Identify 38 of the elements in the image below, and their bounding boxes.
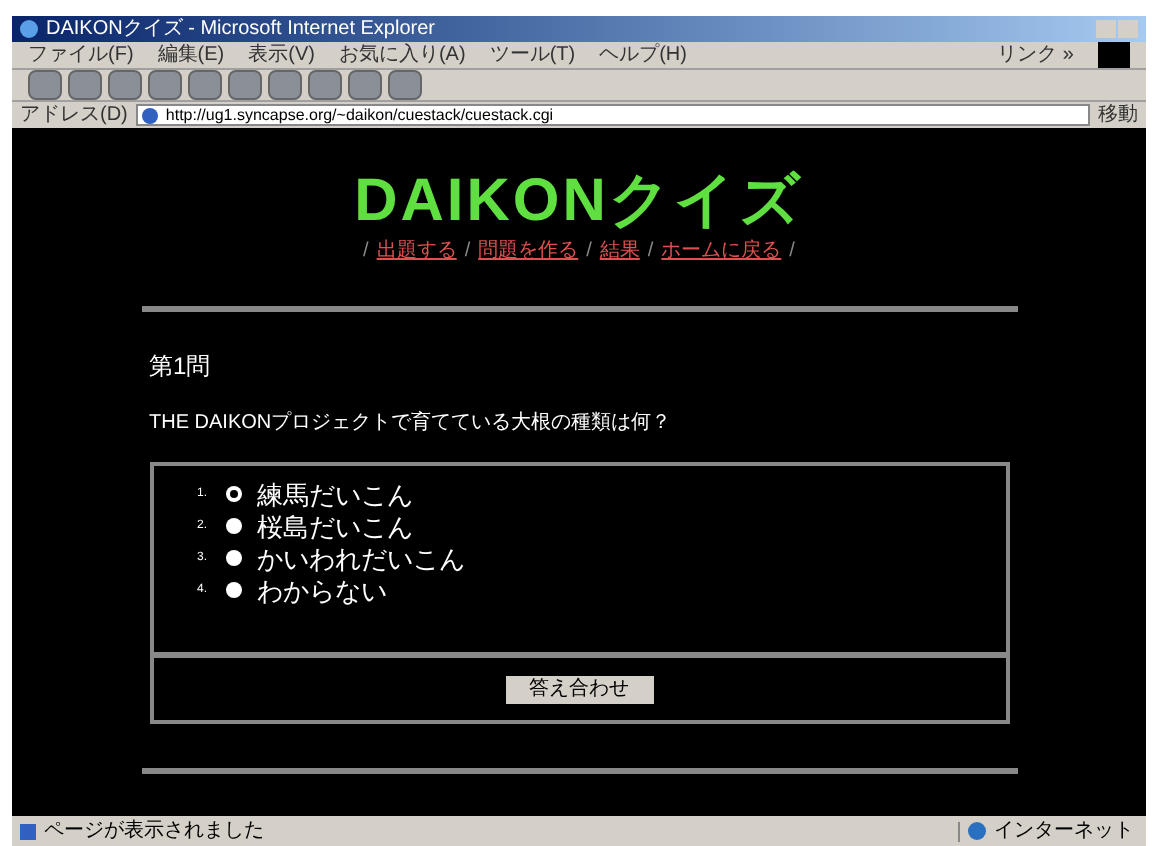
radio-button[interactable] bbox=[225, 550, 241, 566]
menu-item[interactable]: ヘルプ(H) bbox=[599, 45, 687, 65]
menu-item[interactable]: 表示(V) bbox=[248, 45, 315, 65]
check-answer-button[interactable]: 答え合わせ bbox=[505, 675, 653, 703]
address-field[interactable]: http://ug1.syncapse.org/~daikon/cuestack/cuestack.cgi bbox=[135, 104, 1090, 126]
window-title: DAIKONクイズ - Microsoft Internet Explorer bbox=[46, 19, 435, 39]
nav-link[interactable]: 結果 bbox=[599, 236, 640, 266]
nav-link[interactable]: 出題する bbox=[376, 236, 457, 266]
option-label: かいわれだいこん bbox=[257, 545, 465, 571]
links-menu[interactable]: リンク » bbox=[997, 45, 1074, 65]
menu-item[interactable]: 編集(E) bbox=[157, 45, 225, 65]
radio-button[interactable] bbox=[225, 518, 241, 534]
question-text: THE DAIKONプロジェクトで育てている大根の種類は何？ bbox=[149, 409, 674, 438]
slash-separator: / bbox=[789, 238, 795, 266]
menu-item[interactable]: ツール(T) bbox=[489, 45, 576, 65]
question-number: 第1問 bbox=[149, 350, 213, 384]
slash-separator: / bbox=[464, 238, 471, 266]
option-label: 練馬だいこん bbox=[257, 481, 413, 507]
status-text: ページが表示されました bbox=[44, 821, 264, 841]
page-icon bbox=[141, 107, 158, 123]
slash-separator: / bbox=[363, 238, 369, 266]
globe-icon bbox=[968, 822, 986, 840]
nav-link[interactable]: ホームに戻る bbox=[661, 236, 782, 266]
address-label: アドレス(D) bbox=[20, 105, 128, 125]
quiz-logo: DAIKONクイズ bbox=[354, 172, 804, 232]
nav-link[interactable]: 問題を作る bbox=[478, 236, 579, 266]
option-label: わからない bbox=[257, 577, 387, 603]
browser-icon bbox=[20, 20, 38, 38]
option-label: 桜島だいこん bbox=[257, 513, 413, 539]
slash-separator: / bbox=[586, 238, 592, 266]
radio-button[interactable] bbox=[225, 582, 241, 598]
slash-separator: / bbox=[647, 238, 654, 266]
menu-item[interactable]: お気に入り(A) bbox=[338, 45, 466, 65]
radio-button[interactable] bbox=[225, 486, 241, 502]
zone-text: インターネット bbox=[994, 821, 1134, 841]
go-button[interactable]: 移動 bbox=[1098, 105, 1138, 125]
page-icon bbox=[20, 823, 36, 839]
menu-item[interactable]: ファイル(F) bbox=[28, 45, 134, 65]
